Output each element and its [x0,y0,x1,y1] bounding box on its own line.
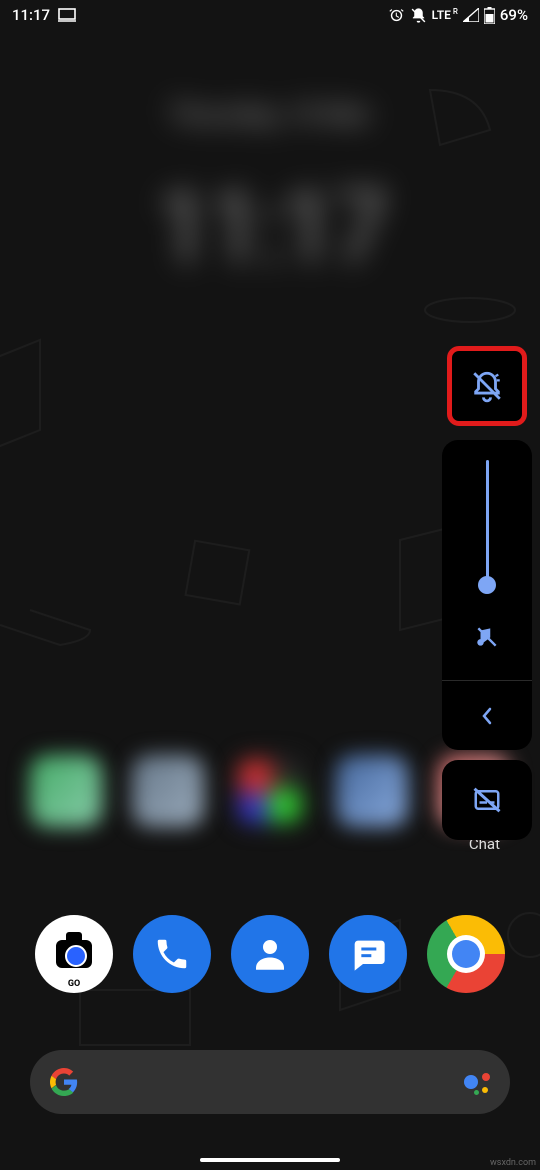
lte-label: LTE [432,8,451,22]
google-search-bar[interactable] [30,1050,510,1114]
cast-icon [58,8,76,22]
lte-roaming: R [453,7,458,16]
volume-expand-button[interactable] [442,680,532,750]
dnd-status-icon [410,7,427,24]
clock-widget: Thursday, 10 Mar 11:17 [90,100,450,312]
media-mute-icon [474,624,500,654]
chrome-app[interactable] [427,915,505,993]
contacts-app[interactable] [231,915,309,993]
blurred-app-4[interactable] [336,755,408,827]
volume-panel [442,346,532,840]
blurred-app-1[interactable] [30,755,102,827]
status-bar: 11:17 LTE R 69% [0,0,540,30]
watermark: wsxdn.com [490,1158,536,1168]
blurred-app-2[interactable] [132,755,204,827]
blurred-app-3[interactable] [234,755,306,827]
camera-icon [56,940,92,968]
status-time: 11:17 [12,6,50,24]
gesture-nav-handle[interactable] [200,1158,340,1162]
widget-subtext [90,297,450,312]
phone-app[interactable] [133,915,211,993]
home-app-row [30,755,510,827]
app-dock: GO [0,915,540,993]
volume-thumb[interactable] [478,576,496,594]
battery-icon [484,7,495,24]
person-icon [249,933,291,975]
messages-icon [348,934,388,974]
alarm-icon [388,7,405,24]
widget-date: Thursday, 10 Mar [90,100,450,130]
ringer-mode-button[interactable] [447,346,527,426]
google-g-icon [50,1068,78,1096]
google-assistant-icon[interactable] [464,1069,490,1095]
volume-slider[interactable] [442,440,532,680]
phone-icon [153,935,191,973]
volume-slider-container [442,440,532,750]
camera-go-app[interactable]: GO [35,915,113,993]
live-captions-button[interactable] [442,760,532,840]
signal-icon [463,8,479,22]
volume-track [486,460,489,580]
battery-percentage: 69% [500,6,528,24]
messages-app[interactable] [329,915,407,993]
camera-go-label: GO [68,979,80,989]
widget-time: 11:17 [90,170,450,287]
